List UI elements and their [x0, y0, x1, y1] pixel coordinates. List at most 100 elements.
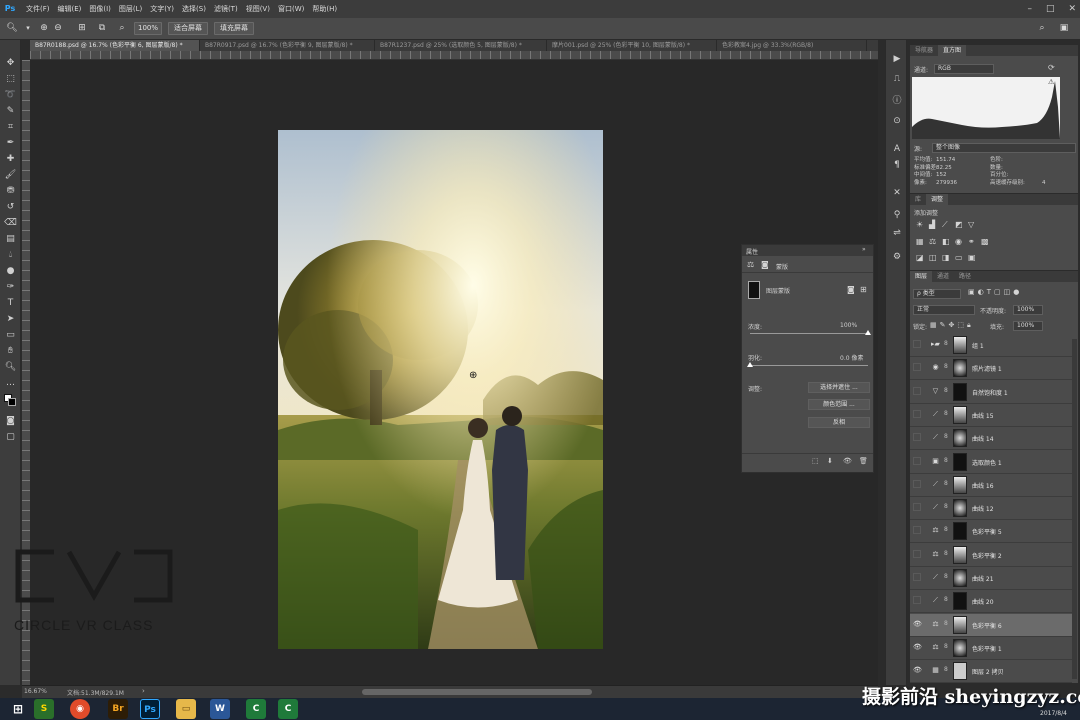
layer-name[interactable]: 曲线 15 [972, 411, 994, 420]
properties-header[interactable]: 属性 » [742, 245, 873, 256]
zoom-tool-icon[interactable]: 🔍︎ [2, 360, 19, 374]
tab-doc-5[interactable]: 色彩教案4.jpg @ 33.3%(RGB/8) [717, 40, 867, 51]
density-slider-thumb[interactable] [865, 330, 871, 335]
channel-select[interactable]: RGB [934, 64, 994, 74]
link-icon[interactable]: 8 [944, 433, 950, 443]
fill-screen-button[interactable]: 填充屏幕 [214, 22, 254, 35]
minimize-icon[interactable]: – [1027, 4, 1032, 14]
word-icon[interactable]: W [210, 699, 230, 719]
gradient-tool-icon[interactable]: ▤ [2, 232, 19, 246]
layer-row[interactable]: ▸▰ 8 组 1 [910, 334, 1072, 357]
layer-name[interactable]: 组 1 [972, 341, 984, 350]
select-and-mask-button[interactable]: 选择并遮住 ... [808, 382, 870, 393]
fill-input[interactable]: 100% [1013, 321, 1043, 331]
lasso-tool-icon[interactable]: ➰ [2, 88, 19, 102]
visibility-eye-icon[interactable]: 👁︎ [913, 666, 922, 676]
properties-icon[interactable]: ⚙ [889, 250, 905, 264]
opacity-input[interactable]: 100% [1013, 305, 1043, 315]
layer-row[interactable]: ⚖ 8 色彩平衡 2 [910, 543, 1072, 567]
tab-doc-2[interactable]: B87R0917.psd @ 16.7% (色彩平衡 9, 图层蒙版/8) * [200, 40, 375, 51]
layer-name[interactable]: 色彩平衡 5 [972, 527, 1002, 536]
feather-value[interactable]: 0.0 像素 [840, 353, 863, 362]
tab-libraries[interactable]: 库 [910, 194, 926, 205]
gradient-map-icon[interactable]: ▭ [955, 253, 963, 262]
play-icon[interactable]: ▶ [889, 52, 905, 66]
app-360-icon[interactable]: S [34, 699, 54, 719]
invert-icon[interactable]: ◪ [916, 253, 924, 262]
crop-tool-icon[interactable]: ⌗ [2, 120, 19, 134]
layer-mask-thumbnail[interactable] [953, 429, 967, 448]
start-icon[interactable]: ⊞ [8, 699, 28, 719]
app-c1-icon[interactable]: C [246, 699, 266, 719]
layer-mask-thumbnail[interactable] [953, 615, 967, 634]
mask-mode-icon[interactable]: ◙ [761, 260, 769, 269]
threshold-icon[interactable]: ◨ [942, 253, 950, 262]
search-icon[interactable]: ⌕ [1036, 22, 1048, 35]
pen-tool-icon[interactable]: ✑ [2, 280, 19, 294]
quick-select-tool-icon[interactable]: ✎ [2, 104, 19, 118]
layer-name[interactable]: 曲线 14 [972, 434, 994, 443]
visibility-eye-icon[interactable] [913, 409, 921, 418]
path-select-tool-icon[interactable]: ➤ [2, 312, 19, 326]
hue-saturation-icon[interactable]: ▦ [916, 237, 924, 246]
fit-screen-button[interactable]: 适合屏幕 [168, 22, 208, 35]
visibility-eye-icon[interactable]: 👁︎ [913, 643, 922, 653]
explorer-icon[interactable]: ▭ [176, 699, 196, 719]
blend-mode-select[interactable]: 正常 [913, 305, 975, 315]
layer-name[interactable]: 色彩平衡 6 [972, 621, 1002, 630]
link-icon[interactable]: 8 [944, 480, 950, 490]
visibility-eye-icon[interactable] [913, 596, 921, 605]
layer-mask-thumbnail[interactable] [953, 405, 967, 424]
tab-navigator[interactable]: 导航器 [910, 45, 938, 56]
zoom-100-button[interactable]: 100% [134, 22, 162, 35]
color-swatches-icon[interactable] [2, 394, 19, 408]
maximize-icon[interactable]: □ [1046, 4, 1055, 14]
menu-help[interactable]: 帮助(H) [312, 4, 337, 14]
lock-icons[interactable]: ▦✎✥⬚🔒︎ [930, 321, 974, 330]
status-arrow-icon[interactable]: › [142, 687, 145, 695]
layer-name[interactable]: 曲线 20 [972, 597, 994, 606]
blur-tool-icon[interactable]: 💧︎ [2, 248, 19, 262]
link-icon[interactable]: 8 [944, 457, 950, 467]
workspace-icon[interactable]: ▣ [1058, 22, 1070, 35]
link-icon[interactable]: 8 [944, 550, 950, 560]
eyedropper-tool-icon[interactable]: ✒ [2, 136, 19, 150]
menu-filter[interactable]: 滤镜(T) [214, 4, 238, 14]
scrubby-zoom-icon[interactable]: ⌕ [116, 22, 128, 35]
link-icon[interactable]: 8 [944, 643, 950, 653]
menu-file[interactable]: 文件(F) [26, 4, 50, 14]
hand-tool-icon[interactable]: ✋︎ [2, 344, 19, 358]
move-tool-icon[interactable]: ✥ [2, 56, 19, 70]
tools-preset-icon[interactable]: ✕ [889, 186, 905, 200]
link-icon[interactable]: 8 [944, 573, 950, 583]
clone-source-icon[interactable]: ⇌ [889, 226, 905, 240]
apply-mask-icon[interactable]: ⬇ [827, 457, 833, 465]
visibility-eye-icon[interactable] [913, 386, 921, 395]
link-icon[interactable]: 8 [944, 596, 950, 606]
photoshop-taskbar-icon[interactable]: Ps [140, 699, 160, 719]
collapse-icon[interactable]: » [862, 246, 866, 253]
feather-slider[interactable] [750, 365, 868, 366]
character-icon[interactable]: A [889, 142, 905, 156]
source-select[interactable]: 整个图像 [932, 143, 1076, 153]
visibility-eye-icon[interactable] [913, 479, 921, 488]
zoom-out-icon[interactable]: ⊖ [52, 22, 64, 35]
tab-layers[interactable]: 图层 [910, 271, 933, 282]
black-white-icon[interactable]: ◧ [942, 237, 950, 246]
load-selection-icon[interactable]: ⬚ [812, 457, 819, 465]
feather-slider-thumb[interactable] [747, 362, 753, 367]
layer-row[interactable]: ⟋ 8 曲线 16 [910, 473, 1072, 497]
close-icon[interactable]: ✕ [1068, 4, 1076, 14]
layer-row[interactable]: ⟋ 8 曲线 15 [910, 403, 1072, 427]
delete-mask-icon[interactable]: 🗑︎ [859, 457, 868, 465]
layer-name[interactable]: 曲线 16 [972, 481, 994, 490]
history-icon[interactable]: ⎍ [889, 72, 905, 86]
zoom-tool-icon[interactable]: 🔍︎ [6, 22, 18, 35]
layer-mask-thumbnail[interactable] [953, 475, 967, 494]
add-vector-mask-icon[interactable]: ⊞ [860, 285, 867, 294]
link-icon[interactable]: 8 [944, 387, 950, 397]
selective-color-icon[interactable]: ▣ [968, 253, 976, 262]
link-icon[interactable]: 8 [944, 526, 950, 536]
layer-row[interactable]: ⚖ 8 色彩平衡 5 [910, 520, 1072, 544]
clone-stamp-icon[interactable]: ⛃ [2, 184, 19, 198]
